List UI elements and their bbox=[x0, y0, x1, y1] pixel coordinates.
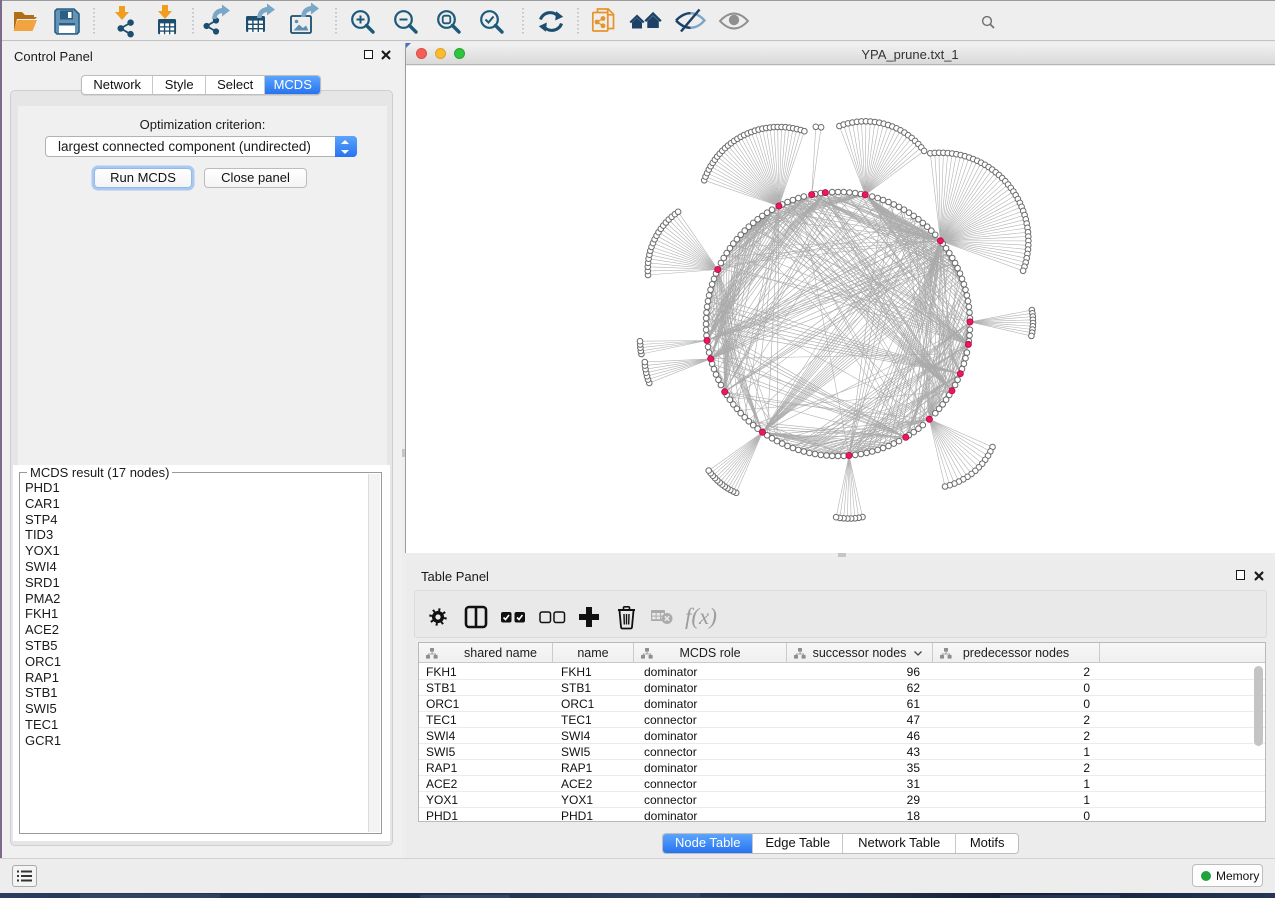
svg-text:f(x): f(x) bbox=[685, 604, 717, 629]
